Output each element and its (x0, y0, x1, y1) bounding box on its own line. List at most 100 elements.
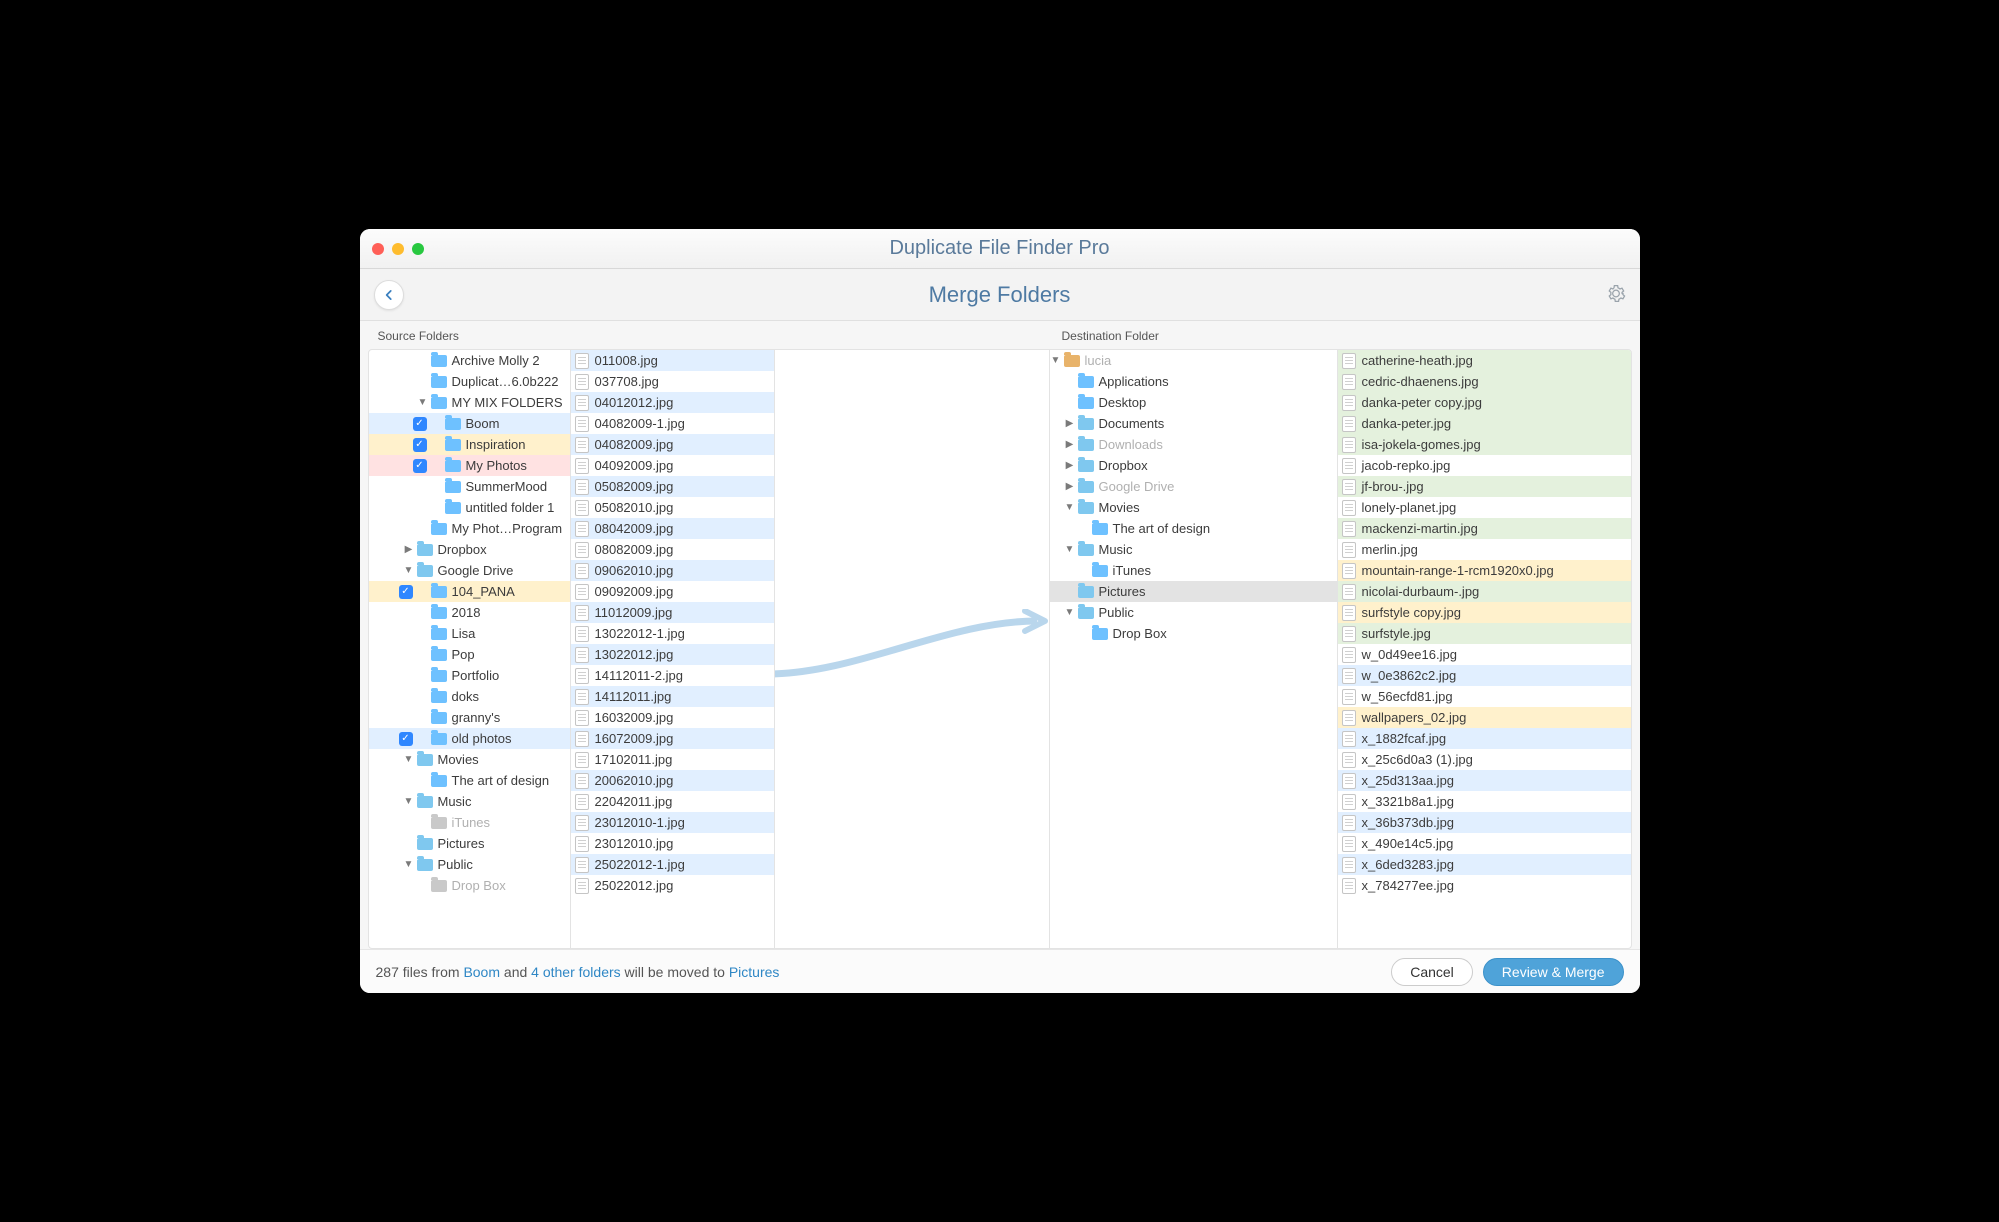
source-file-item[interactable]: 04082009-1.jpg (571, 413, 774, 434)
checkbox-icon[interactable]: ✓ (413, 459, 427, 473)
dest-tree-item[interactable]: iTunes (1050, 560, 1337, 581)
source-file-item[interactable]: 09062010.jpg (571, 560, 774, 581)
disclosure-triangle-icon[interactable]: ▼ (1050, 355, 1062, 366)
source-file-item[interactable]: 25022012-1.jpg (571, 854, 774, 875)
source-tree-item[interactable]: Pop (369, 644, 570, 665)
dest-tree-item[interactable]: ▼lucia (1050, 350, 1337, 371)
source-file-item[interactable]: 20062010.jpg (571, 770, 774, 791)
dest-file-item[interactable]: w_56ecfd81.jpg (1338, 686, 1631, 707)
source-tree-item[interactable]: My Phot…Program (369, 518, 570, 539)
destination-tree-column[interactable]: ▼luciaApplicationsDesktop▶Documents▶Down… (1050, 350, 1338, 948)
dest-file-item[interactable]: w_0d49ee16.jpg (1338, 644, 1631, 665)
dest-file-item[interactable]: wallpapers_02.jpg (1338, 707, 1631, 728)
dest-tree-item[interactable]: ▼Public (1050, 602, 1337, 623)
dest-file-item[interactable]: danka-peter.jpg (1338, 413, 1631, 434)
source-tree-item[interactable]: iTunes (369, 812, 570, 833)
dest-file-item[interactable]: x_3321b8a1.jpg (1338, 791, 1631, 812)
source-file-item[interactable]: 14112011-2.jpg (571, 665, 774, 686)
source-tree-item[interactable]: ▼Movies (369, 749, 570, 770)
checkbox-icon[interactable]: ✓ (399, 732, 413, 746)
dest-file-item[interactable]: mackenzi-martin.jpg (1338, 518, 1631, 539)
dest-file-item[interactable]: x_784277ee.jpg (1338, 875, 1631, 896)
source-tree-item[interactable]: SummerMood (369, 476, 570, 497)
dest-tree-item[interactable]: ▶Dropbox (1050, 455, 1337, 476)
dest-file-item[interactable]: w_0e3862c2.jpg (1338, 665, 1631, 686)
source-tree-item[interactable]: ▼Google Drive (369, 560, 570, 581)
source-file-item[interactable]: 04092009.jpg (571, 455, 774, 476)
source-tree-column[interactable]: Archive Molly 2Duplicat…6.0b222▼MY MIX F… (369, 350, 571, 948)
disclosure-triangle-icon[interactable]: ▼ (403, 565, 415, 576)
disclosure-triangle-icon[interactable]: ▼ (1064, 544, 1076, 555)
source-tree-item[interactable]: The art of design (369, 770, 570, 791)
source-tree-item[interactable]: Duplicat…6.0b222 (369, 371, 570, 392)
disclosure-triangle-icon[interactable]: ▶ (1064, 481, 1076, 492)
source-tree-item[interactable]: ▼Music (369, 791, 570, 812)
dest-tree-item[interactable]: Drop Box (1050, 623, 1337, 644)
dest-tree-item[interactable]: ▶Documents (1050, 413, 1337, 434)
dest-file-item[interactable]: x_25c6d0a3 (1).jpg (1338, 749, 1631, 770)
source-file-item[interactable]: 09092009.jpg (571, 581, 774, 602)
dest-file-item[interactable]: isa-jokela-gomes.jpg (1338, 434, 1631, 455)
disclosure-triangle-icon[interactable]: ▼ (403, 754, 415, 765)
source-tree-item[interactable]: Archive Molly 2 (369, 350, 570, 371)
dest-tree-item[interactable]: Applications (1050, 371, 1337, 392)
source-tree-item[interactable]: ✓My Photos (369, 455, 570, 476)
dest-file-item[interactable]: cedric-dhaenens.jpg (1338, 371, 1631, 392)
dest-file-item[interactable]: jf-brou-.jpg (1338, 476, 1631, 497)
dest-file-item[interactable]: merlin.jpg (1338, 539, 1631, 560)
checkbox-icon[interactable]: ✓ (399, 585, 413, 599)
dest-tree-item[interactable]: Pictures (1050, 581, 1337, 602)
source-tree-item[interactable]: granny's (369, 707, 570, 728)
dest-file-item[interactable]: nicolai-durbaum-.jpg (1338, 581, 1631, 602)
dest-tree-item[interactable]: ▼Movies (1050, 497, 1337, 518)
dest-file-item[interactable]: x_36b373db.jpg (1338, 812, 1631, 833)
disclosure-triangle-icon[interactable]: ▼ (403, 796, 415, 807)
source-file-item[interactable]: 05082010.jpg (571, 497, 774, 518)
disclosure-triangle-icon[interactable]: ▼ (1064, 607, 1076, 618)
source-tree-item[interactable]: ✓Inspiration (369, 434, 570, 455)
dest-file-item[interactable]: x_490e14c5.jpg (1338, 833, 1631, 854)
dest-file-item[interactable]: jacob-repko.jpg (1338, 455, 1631, 476)
dest-file-item[interactable]: catherine-heath.jpg (1338, 350, 1631, 371)
source-tree-item[interactable]: Lisa (369, 623, 570, 644)
review-merge-button[interactable]: Review & Merge (1483, 958, 1624, 986)
dest-file-item[interactable]: danka-peter copy.jpg (1338, 392, 1631, 413)
source-file-item[interactable]: 13022012-1.jpg (571, 623, 774, 644)
disclosure-triangle-icon[interactable]: ▶ (403, 544, 415, 555)
source-tree-item[interactable]: doks (369, 686, 570, 707)
checkbox-icon[interactable]: ✓ (413, 417, 427, 431)
disclosure-triangle-icon[interactable]: ▶ (1064, 418, 1076, 429)
source-tree-item[interactable]: Portfolio (369, 665, 570, 686)
dest-file-item[interactable]: x_1882fcaf.jpg (1338, 728, 1631, 749)
dest-tree-item[interactable]: ▼Music (1050, 539, 1337, 560)
source-file-item[interactable]: 13022012.jpg (571, 644, 774, 665)
dest-tree-item[interactable]: Desktop (1050, 392, 1337, 413)
dest-file-item[interactable]: x_25d313aa.jpg (1338, 770, 1631, 791)
disclosure-triangle-icon[interactable]: ▼ (403, 859, 415, 870)
source-tree-item[interactable]: ▼MY MIX FOLDERS (369, 392, 570, 413)
disclosure-triangle-icon[interactable]: ▶ (1064, 460, 1076, 471)
checkbox-icon[interactable]: ✓ (413, 438, 427, 452)
source-file-item[interactable]: 23012010.jpg (571, 833, 774, 854)
dest-tree-item[interactable]: ▶Google Drive (1050, 476, 1337, 497)
source-file-item[interactable]: 16072009.jpg (571, 728, 774, 749)
dest-file-item[interactable]: surfstyle copy.jpg (1338, 602, 1631, 623)
source-tree-item[interactable]: ▼Public (369, 854, 570, 875)
source-file-item[interactable]: 08082009.jpg (571, 539, 774, 560)
source-file-item[interactable]: 22042011.jpg (571, 791, 774, 812)
dest-file-item[interactable]: x_6ded3283.jpg (1338, 854, 1631, 875)
cancel-button[interactable]: Cancel (1391, 958, 1473, 986)
source-file-item[interactable]: 25022012.jpg (571, 875, 774, 896)
dest-file-item[interactable]: mountain-range-1-rcm1920x0.jpg (1338, 560, 1631, 581)
source-file-item[interactable]: 17102011.jpg (571, 749, 774, 770)
source-tree-item[interactable]: Pictures (369, 833, 570, 854)
source-file-item[interactable]: 08042009.jpg (571, 518, 774, 539)
source-file-item[interactable]: 037708.jpg (571, 371, 774, 392)
settings-button[interactable] (1606, 283, 1626, 306)
source-file-item[interactable]: 04082009.jpg (571, 434, 774, 455)
source-file-item[interactable]: 11012009.jpg (571, 602, 774, 623)
source-tree-item[interactable]: ✓104_PANA (369, 581, 570, 602)
disclosure-triangle-icon[interactable]: ▼ (417, 397, 429, 408)
dest-tree-item[interactable]: The art of design (1050, 518, 1337, 539)
source-file-item[interactable]: 16032009.jpg (571, 707, 774, 728)
